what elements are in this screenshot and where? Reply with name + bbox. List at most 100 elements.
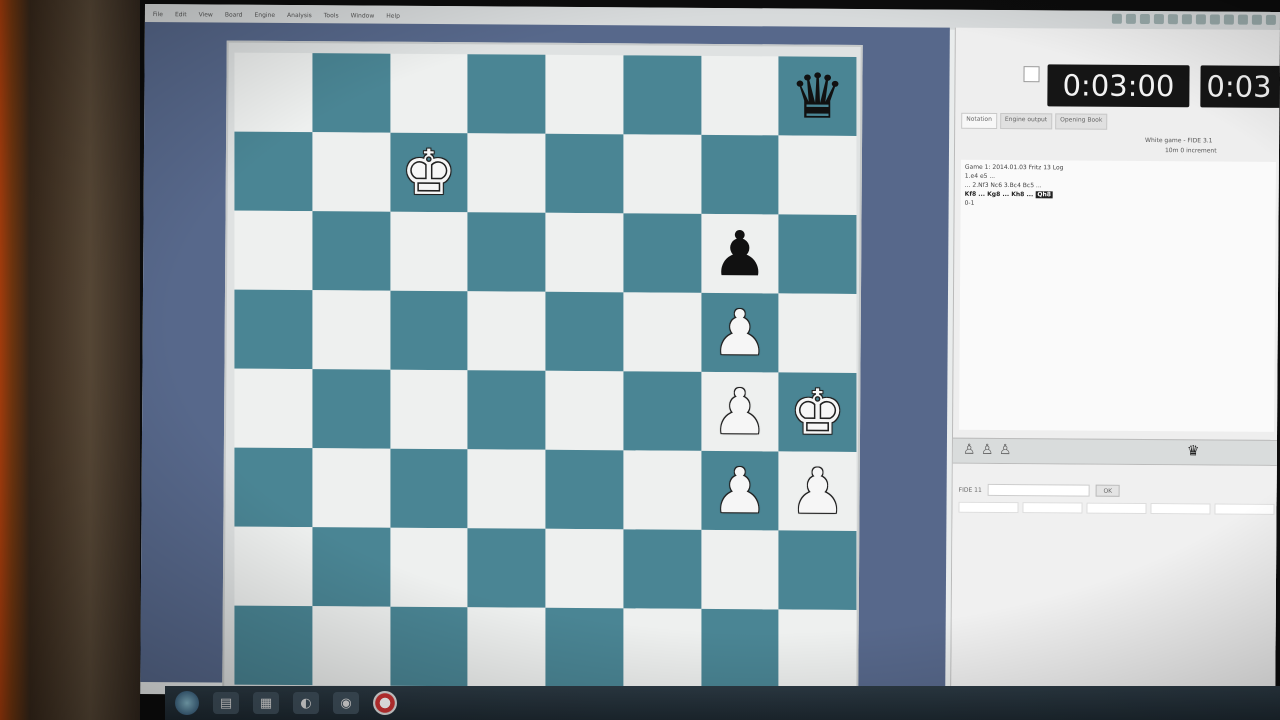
folder-icon[interactable]: ▤ xyxy=(213,692,239,714)
board-square[interactable] xyxy=(778,609,857,689)
board-square[interactable] xyxy=(545,607,624,688)
tab-engine-output[interactable]: Engine output xyxy=(999,112,1053,130)
board-square[interactable] xyxy=(389,448,468,529)
grid-cell[interactable] xyxy=(958,501,1019,514)
toolbar-icon[interactable] xyxy=(1139,13,1150,25)
toolbar-icon[interactable] xyxy=(1167,14,1178,25)
board-square[interactable]: ♟ xyxy=(778,451,857,531)
board-square[interactable] xyxy=(312,527,390,607)
board-square[interactable] xyxy=(778,214,857,294)
board-square[interactable] xyxy=(467,212,546,292)
clock-checkbox[interactable] xyxy=(1023,66,1040,83)
board-square[interactable] xyxy=(467,54,546,134)
board-square[interactable] xyxy=(467,449,546,529)
lower-ok-button[interactable]: OK xyxy=(1095,484,1120,497)
toolbar-icon[interactable] xyxy=(1223,14,1234,25)
board-square[interactable] xyxy=(312,606,390,686)
board-square[interactable]: ♟ xyxy=(700,292,779,373)
menu-view[interactable]: View xyxy=(197,11,215,18)
chessboard[interactable]: ♛ ♚ ♟ ♟ ♟ ♚ ♟ ♟ xyxy=(234,52,857,689)
media-icon[interactable]: ◐ xyxy=(293,692,319,714)
board-square[interactable]: ♚ xyxy=(778,372,857,452)
board-square[interactable] xyxy=(623,55,701,135)
board-square[interactable] xyxy=(389,369,468,450)
menu-tools[interactable]: Tools xyxy=(322,12,341,19)
board-square[interactable]: ♚ xyxy=(389,132,468,213)
board-square[interactable] xyxy=(623,292,701,372)
grid-cell[interactable] xyxy=(1022,502,1083,514)
board-square[interactable] xyxy=(778,530,857,610)
board-square[interactable] xyxy=(545,133,624,214)
white-pawn-icon[interactable]: ♟ xyxy=(712,453,768,526)
board-square[interactable] xyxy=(389,211,468,292)
board-square[interactable] xyxy=(312,369,390,449)
toolbar-icon[interactable] xyxy=(1153,14,1164,25)
board-square[interactable]: ♛ xyxy=(778,56,857,136)
board-square[interactable] xyxy=(545,212,624,293)
toolbar-icon[interactable] xyxy=(1111,13,1122,24)
board-square[interactable] xyxy=(389,606,468,687)
toolbar-icon[interactable] xyxy=(1125,13,1136,24)
grid-cell[interactable] xyxy=(1214,503,1275,515)
lower-input[interactable] xyxy=(987,483,1090,497)
board-square[interactable] xyxy=(467,607,546,687)
board-square[interactable] xyxy=(467,133,546,213)
board-square[interactable] xyxy=(234,52,313,133)
tab-notation[interactable]: Notation xyxy=(961,112,997,129)
board-square[interactable] xyxy=(545,370,624,451)
board-square[interactable] xyxy=(700,529,779,610)
start-button[interactable] xyxy=(175,691,199,715)
black-queen-icon[interactable]: ♛ xyxy=(790,59,846,132)
board-square[interactable] xyxy=(467,528,546,608)
last-move-highlight[interactable]: Qh8 xyxy=(1035,191,1053,199)
board-square[interactable]: ♟ xyxy=(700,213,779,294)
board-square[interactable] xyxy=(623,213,701,293)
menu-analysis[interactable]: Analysis xyxy=(285,11,314,18)
board-square[interactable] xyxy=(312,211,390,291)
board-square[interactable] xyxy=(700,134,779,215)
toolbar-icon[interactable] xyxy=(1237,14,1248,25)
board-square[interactable] xyxy=(234,210,313,291)
board-square[interactable] xyxy=(234,605,313,686)
board-square[interactable] xyxy=(234,131,313,212)
board-square[interactable] xyxy=(389,53,468,134)
board-square[interactable] xyxy=(389,290,468,371)
grid-cell[interactable] xyxy=(1086,502,1147,515)
menu-help[interactable]: Help xyxy=(384,12,402,19)
white-pawn-icon[interactable]: ♟ xyxy=(712,374,768,447)
chrome-icon[interactable] xyxy=(373,691,397,715)
board-square[interactable] xyxy=(545,528,624,609)
toolbar-icon[interactable] xyxy=(1181,14,1192,25)
board-square[interactable] xyxy=(623,608,701,688)
board-square[interactable]: ♟ xyxy=(700,371,779,452)
toolbar-icon[interactable] xyxy=(1265,14,1276,25)
white-king-outline-icon[interactable]: ♚ xyxy=(401,135,457,208)
board-square[interactable] xyxy=(545,291,624,372)
board-square[interactable] xyxy=(389,527,468,608)
grid-cell[interactable] xyxy=(1150,503,1211,515)
menu-board[interactable]: Board xyxy=(223,11,245,18)
board-square[interactable] xyxy=(700,608,779,689)
white-pawn-icon[interactable]: ♟ xyxy=(712,295,768,368)
board-square[interactable] xyxy=(312,448,390,528)
menu-engine[interactable]: Engine xyxy=(252,11,277,18)
board-square[interactable] xyxy=(234,526,313,607)
browser-icon[interactable]: ◉ xyxy=(333,692,359,714)
tab-opening-book[interactable]: Opening Book xyxy=(1055,113,1108,130)
menu-file[interactable]: File xyxy=(151,11,165,18)
board-square[interactable] xyxy=(623,134,701,214)
board-square[interactable] xyxy=(623,450,701,530)
black-pawn-icon[interactable]: ♟ xyxy=(712,216,768,289)
board-square[interactable] xyxy=(312,132,390,212)
white-pawn-icon[interactable]: ♟ xyxy=(790,454,846,527)
menu-edit[interactable]: Edit xyxy=(173,11,189,18)
board-square[interactable] xyxy=(312,53,390,133)
board-square[interactable] xyxy=(778,293,857,373)
board-square[interactable] xyxy=(312,290,390,370)
board-square[interactable] xyxy=(545,449,624,530)
app-icon[interactable]: ▦ xyxy=(253,692,279,714)
board-square[interactable] xyxy=(234,447,313,528)
board-square[interactable] xyxy=(234,289,313,370)
board-square[interactable] xyxy=(234,368,313,449)
notation-panel[interactable]: Game 1: 2014.01.03 Fritz 13 Log 1.e4 e5 … xyxy=(959,159,1276,432)
